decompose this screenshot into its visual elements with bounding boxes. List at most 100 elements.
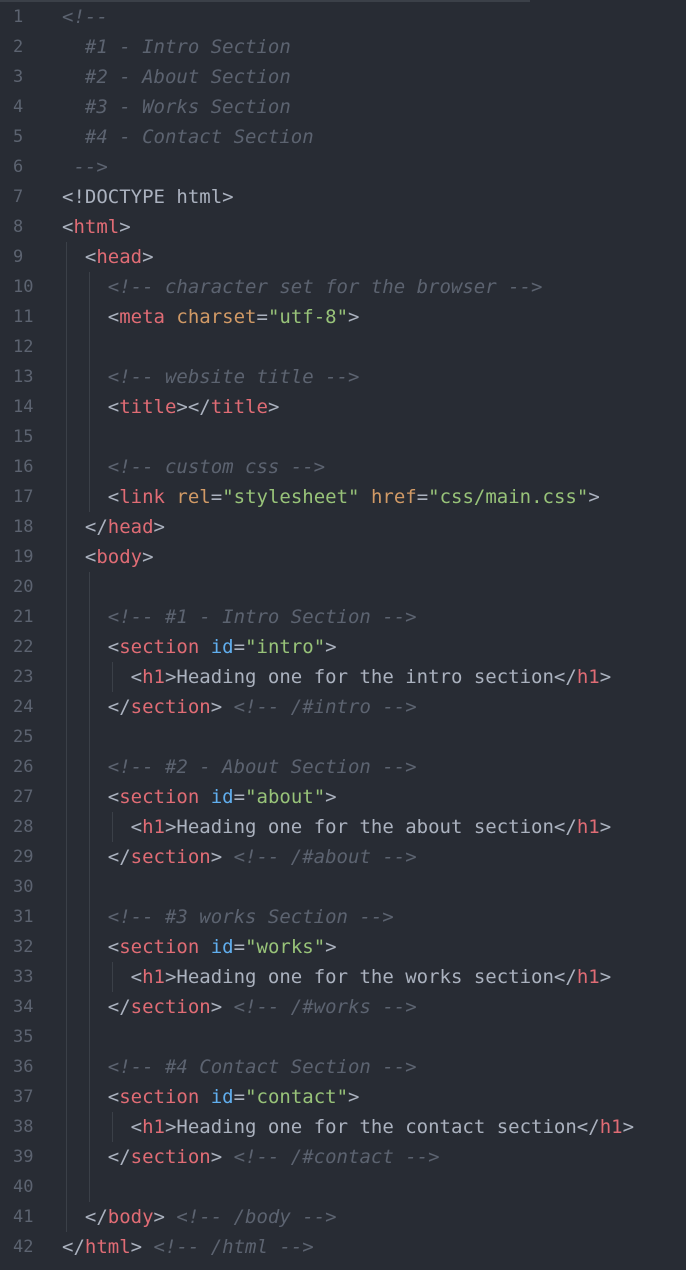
- code-line[interactable]: 24 </section> <!-- /#intro -->: [0, 692, 686, 722]
- code-line[interactable]: 13 <!-- website title -->: [0, 362, 686, 392]
- line-content: </body> <!-- /body -->: [85, 1202, 337, 1232]
- code-line[interactable]: 38 <h1>Heading one for the contact sectio…: [0, 1112, 686, 1142]
- code-line[interactable]: 9 <head>: [0, 242, 686, 272]
- line-content: <!DOCTYPE html>: [62, 182, 234, 212]
- punctuation-token: <!DOCTYPE html>: [62, 186, 234, 208]
- line-content: </section> <!-- /#contact -->: [108, 1142, 440, 1172]
- code-line[interactable]: 42 </html> <!-- /html -->: [0, 1232, 686, 1262]
- code-line[interactable]: 23 <h1>Heading one for the intro section<…: [0, 662, 686, 692]
- indent-guide: [66, 572, 67, 602]
- punctuation-token: <: [130, 1116, 143, 1138]
- punctuation-token: </: [107, 996, 131, 1018]
- code-line[interactable]: 29 </section> <!-- /#about -->: [0, 842, 686, 872]
- code-line[interactable]: 21 <!-- #1 - Intro Section -->: [0, 602, 686, 632]
- code-line[interactable]: 33 <h1>Heading one for the works section<…: [0, 962, 686, 992]
- tag-token: meta: [119, 306, 165, 328]
- code-line[interactable]: 16 <!-- custom css -->: [0, 452, 686, 482]
- code-line[interactable]: 40: [0, 1172, 686, 1202]
- code-line[interactable]: 22 <section id="intro">: [0, 632, 686, 662]
- punctuation-token: >: [210, 696, 234, 718]
- line-content: <!-- #3 works Section -->: [108, 902, 394, 932]
- code-line[interactable]: 26 <!-- #2 - About Section -->: [0, 752, 686, 782]
- tag-token: section: [119, 936, 200, 958]
- code-line[interactable]: 35: [0, 1022, 686, 1052]
- punctuation-token: =: [233, 786, 246, 808]
- line-number: 27: [13, 787, 34, 807]
- code-line[interactable]: 39 </section> <!-- /#contact -->: [0, 1142, 686, 1172]
- indent-guide: [88, 782, 90, 812]
- line-content: </head>: [85, 512, 165, 542]
- indent-guide: [66, 902, 67, 932]
- punctuation-token: >: [348, 306, 360, 328]
- code-line[interactable]: 28 <h1>Heading one for the about section<…: [0, 812, 686, 842]
- code-line[interactable]: 6 -->: [0, 152, 686, 182]
- line-content: <section id="intro">: [108, 632, 337, 662]
- code-line[interactable]: 19 <body>: [0, 542, 686, 572]
- tag-token: title: [119, 396, 177, 418]
- line-number: 28: [13, 817, 34, 837]
- punctuation-token: <: [107, 396, 120, 418]
- code-line[interactable]: 4 #3 - Works Section: [0, 92, 686, 122]
- comment-token: -->: [73, 156, 108, 178]
- id-attribute-token: id: [210, 1086, 234, 1108]
- code-line[interactable]: 36 <!-- #4 Contact Section -->: [0, 1052, 686, 1082]
- tag-token: head: [96, 246, 143, 268]
- punctuation-token: >: [210, 846, 234, 868]
- indent-guide: [111, 1112, 113, 1142]
- line-number: 21: [13, 607, 34, 627]
- tag-token: html: [73, 216, 120, 238]
- line-content: <!-- custom css -->: [108, 452, 325, 482]
- id-attribute-token: id: [210, 636, 234, 658]
- line-number: 12: [13, 337, 34, 357]
- line-number: 37: [13, 1087, 34, 1107]
- indent-guide: [66, 302, 67, 332]
- line-number: 24: [13, 697, 34, 717]
- line-number: 7: [13, 187, 24, 207]
- code-line[interactable]: 17 <link rel="stylesheet" href="css/main.…: [0, 482, 686, 512]
- punctuation-token: >: [622, 1116, 635, 1138]
- code-area[interactable]: 1 <!-- 2 #1 - Intro Section 3 #2 - About Sect…: [0, 2, 686, 1262]
- line-number: 9: [13, 247, 24, 267]
- line-content: <!-- #2 - About Section -->: [108, 752, 417, 782]
- punctuation-token: <: [107, 786, 120, 808]
- code-line[interactable]: 11 <meta charset="utf-8">: [0, 302, 686, 332]
- code-line[interactable]: 12: [0, 332, 686, 362]
- code-line[interactable]: 25: [0, 722, 686, 752]
- indent-guide: [66, 1142, 67, 1172]
- tag-token: section: [130, 696, 211, 718]
- punctuation-token: <: [107, 636, 120, 658]
- code-line[interactable]: 3 #2 - About Section: [0, 62, 686, 92]
- code-line[interactable]: 34 </section> <!-- /#works -->: [0, 992, 686, 1022]
- punctuation-token: >: [153, 516, 165, 538]
- comment-token: <!--: [62, 6, 108, 28]
- code-line[interactable]: 18 </head>: [0, 512, 686, 542]
- code-line[interactable]: 31 <!-- #3 works Section -->: [0, 902, 686, 932]
- line-number: 14: [13, 397, 34, 417]
- code-line[interactable]: 5 #4 - Contact Section: [0, 122, 686, 152]
- code-line[interactable]: 8 <html>: [0, 212, 686, 242]
- indent-guide: [66, 632, 67, 662]
- tag-token: body: [96, 546, 143, 568]
- line-number: 23: [13, 667, 34, 687]
- code-line[interactable]: 1 <!--: [0, 2, 686, 32]
- code-line[interactable]: 37 <section id="contact">: [0, 1082, 686, 1112]
- code-line[interactable]: 15: [0, 422, 686, 452]
- code-line[interactable]: 10 <!-- character set for the browser -->: [0, 272, 686, 302]
- indent-guide: [66, 242, 67, 272]
- code-line[interactable]: 14 <title></title>: [0, 392, 686, 422]
- code-line[interactable]: 7 <!DOCTYPE html>: [0, 182, 686, 212]
- code-line[interactable]: 27 <section id="about">: [0, 782, 686, 812]
- line-number: 8: [13, 217, 24, 237]
- code-line[interactable]: 20: [0, 572, 686, 602]
- tag-token: head: [107, 516, 154, 538]
- comment-token: #3 - Works Section: [84, 96, 291, 118]
- comment-token: <!-- #2 - About Section -->: [107, 756, 417, 778]
- punctuation-token: <: [84, 246, 97, 268]
- punctuation-token: >: [325, 936, 337, 958]
- code-line[interactable]: 41 </body> <!-- /body -->: [0, 1202, 686, 1232]
- code-line[interactable]: 30: [0, 872, 686, 902]
- code-line[interactable]: 32 <section id="works">: [0, 932, 686, 962]
- indent-guide: [88, 932, 90, 962]
- code-line[interactable]: 2 #1 - Intro Section: [0, 32, 686, 62]
- code-editor[interactable]: 1 <!-- 2 #1 - Intro Section 3 #2 - About Sect…: [0, 0, 686, 1270]
